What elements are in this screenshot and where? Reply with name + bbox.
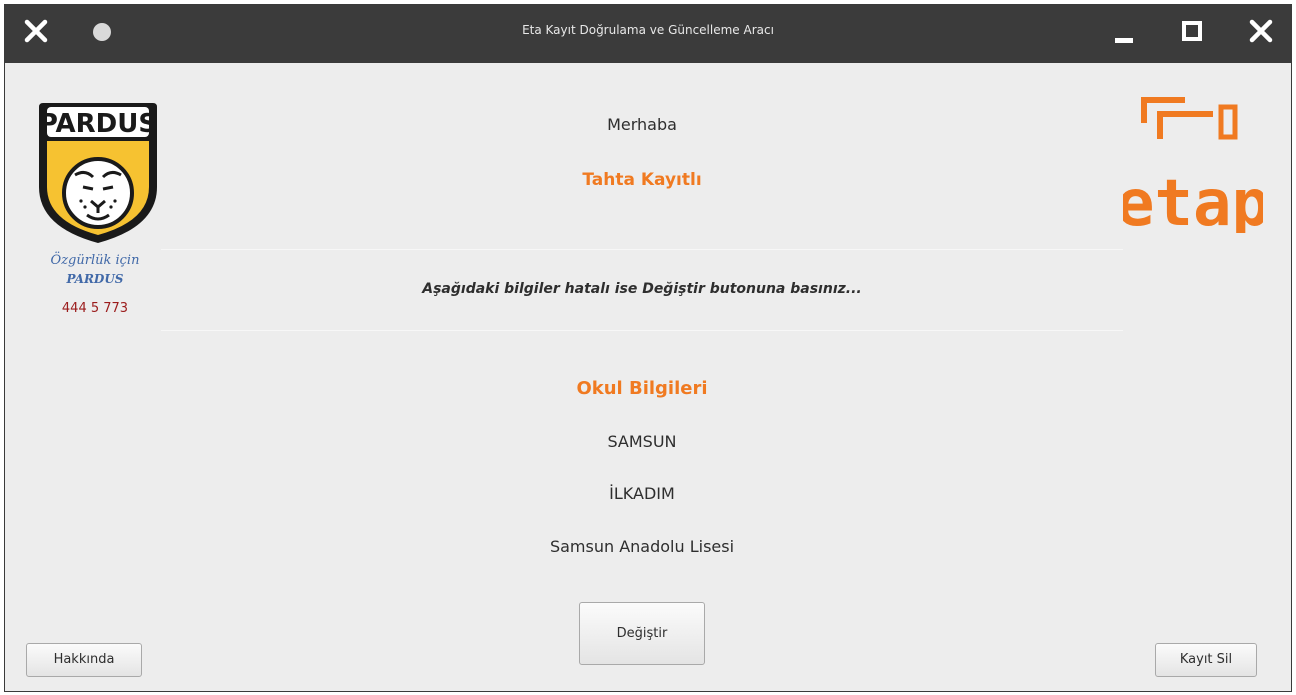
minimize-icon[interactable]	[1115, 38, 1133, 43]
main-content: PARDUS Özgürlük için PARDUS 444 5 773 et…	[5, 63, 1291, 693]
window-title: Eta Kayıt Doğrulama ve Güncelleme Aracı	[522, 23, 774, 37]
app-window: Eta Kayıt Doğrulama ve Güncelleme Aracı …	[4, 4, 1292, 692]
school-info-title: Okul Bilgileri	[576, 378, 708, 399]
about-button[interactable]: Hakkında	[26, 643, 142, 677]
city-value: SAMSUN	[607, 432, 677, 451]
pardus-logo: PARDUS	[39, 103, 157, 243]
district-value: İLKADIM	[609, 484, 675, 503]
delete-registration-button[interactable]: Kayıt Sil	[1155, 643, 1257, 677]
window-menu-close-icon[interactable]	[23, 18, 49, 44]
pin-dot-icon[interactable]	[93, 23, 111, 41]
registration-status: Tahta Kayıtlı	[582, 170, 702, 190]
school-name-value: Samsun Anadolu Lisesi	[549, 537, 735, 556]
etap-logo: etap	[1123, 97, 1263, 233]
slogan-line-2: PARDUS	[66, 272, 124, 286]
greeting-text: Merhaba	[607, 115, 677, 134]
pardus-logo-text: PARDUS	[39, 109, 157, 139]
separator-bottom	[161, 330, 1123, 331]
maximize-icon[interactable]	[1182, 21, 1202, 41]
notice-text: Aşağıdaki bilgiler hatalı ise Değiştir b…	[422, 281, 862, 297]
close-icon[interactable]	[1248, 18, 1274, 44]
change-button[interactable]: Değiştir	[579, 602, 705, 665]
support-phone: 444 5 773	[61, 301, 129, 316]
separator-top	[161, 249, 1123, 250]
slogan-line-1: Özgürlük için	[50, 253, 140, 268]
title-bar[interactable]: Eta Kayıt Doğrulama ve Güncelleme Aracı	[5, 5, 1291, 63]
etap-logo-text: etap	[1123, 167, 1263, 233]
